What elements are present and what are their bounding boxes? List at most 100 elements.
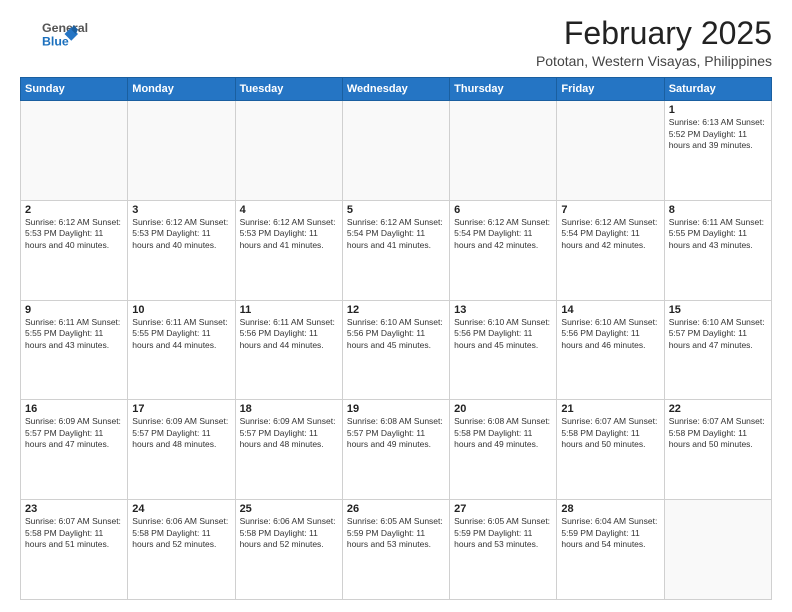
calendar-cell [450, 101, 557, 201]
calendar-cell: 17Sunrise: 6:09 AM Sunset: 5:57 PM Dayli… [128, 400, 235, 500]
calendar-cell: 23Sunrise: 6:07 AM Sunset: 5:58 PM Dayli… [21, 500, 128, 600]
logo: General Blue [20, 16, 100, 52]
calendar-cell [664, 500, 771, 600]
day-number: 7 [561, 204, 659, 216]
calendar-cell: 15Sunrise: 6:10 AM Sunset: 5:57 PM Dayli… [664, 300, 771, 400]
calendar-day-header: Sunday [21, 78, 128, 101]
day-number: 14 [561, 304, 659, 316]
calendar-cell: 3Sunrise: 6:12 AM Sunset: 5:53 PM Daylig… [128, 200, 235, 300]
calendar-cell: 19Sunrise: 6:08 AM Sunset: 5:57 PM Dayli… [342, 400, 449, 500]
calendar-cell: 11Sunrise: 6:11 AM Sunset: 5:56 PM Dayli… [235, 300, 342, 400]
day-info: Sunrise: 6:05 AM Sunset: 5:59 PM Dayligh… [454, 516, 552, 550]
day-info: Sunrise: 6:10 AM Sunset: 5:56 PM Dayligh… [347, 317, 445, 351]
location: Pototan, Western Visayas, Philippines [536, 53, 772, 69]
day-info: Sunrise: 6:09 AM Sunset: 5:57 PM Dayligh… [240, 416, 338, 450]
day-info: Sunrise: 6:08 AM Sunset: 5:57 PM Dayligh… [347, 416, 445, 450]
calendar-cell: 12Sunrise: 6:10 AM Sunset: 5:56 PM Dayli… [342, 300, 449, 400]
day-info: Sunrise: 6:12 AM Sunset: 5:54 PM Dayligh… [347, 217, 445, 251]
day-number: 16 [25, 403, 123, 415]
day-info: Sunrise: 6:05 AM Sunset: 5:59 PM Dayligh… [347, 516, 445, 550]
calendar-cell [128, 101, 235, 201]
day-info: Sunrise: 6:09 AM Sunset: 5:57 PM Dayligh… [132, 416, 230, 450]
calendar-cell: 14Sunrise: 6:10 AM Sunset: 5:56 PM Dayli… [557, 300, 664, 400]
day-info: Sunrise: 6:10 AM Sunset: 5:57 PM Dayligh… [669, 317, 767, 351]
calendar-cell: 25Sunrise: 6:06 AM Sunset: 5:58 PM Dayli… [235, 500, 342, 600]
calendar-cell [235, 101, 342, 201]
day-info: Sunrise: 6:12 AM Sunset: 5:54 PM Dayligh… [561, 217, 659, 251]
day-number: 2 [25, 204, 123, 216]
day-number: 13 [454, 304, 552, 316]
calendar-cell: 9Sunrise: 6:11 AM Sunset: 5:55 PM Daylig… [21, 300, 128, 400]
calendar-week-row: 9Sunrise: 6:11 AM Sunset: 5:55 PM Daylig… [21, 300, 772, 400]
day-number: 6 [454, 204, 552, 216]
day-number: 9 [25, 304, 123, 316]
day-number: 22 [669, 403, 767, 415]
calendar-cell: 28Sunrise: 6:04 AM Sunset: 5:59 PM Dayli… [557, 500, 664, 600]
day-number: 23 [25, 503, 123, 515]
day-number: 3 [132, 204, 230, 216]
day-info: Sunrise: 6:12 AM Sunset: 5:53 PM Dayligh… [240, 217, 338, 251]
day-number: 10 [132, 304, 230, 316]
day-info: Sunrise: 6:09 AM Sunset: 5:57 PM Dayligh… [25, 416, 123, 450]
calendar-cell: 21Sunrise: 6:07 AM Sunset: 5:58 PM Dayli… [557, 400, 664, 500]
day-number: 8 [669, 204, 767, 216]
day-number: 27 [454, 503, 552, 515]
day-info: Sunrise: 6:10 AM Sunset: 5:56 PM Dayligh… [454, 317, 552, 351]
day-info: Sunrise: 6:11 AM Sunset: 5:56 PM Dayligh… [240, 317, 338, 351]
calendar-table: SundayMondayTuesdayWednesdayThursdayFrid… [20, 77, 772, 600]
calendar-cell: 7Sunrise: 6:12 AM Sunset: 5:54 PM Daylig… [557, 200, 664, 300]
day-number: 19 [347, 403, 445, 415]
calendar-cell: 6Sunrise: 6:12 AM Sunset: 5:54 PM Daylig… [450, 200, 557, 300]
calendar-week-row: 16Sunrise: 6:09 AM Sunset: 5:57 PM Dayli… [21, 400, 772, 500]
day-info: Sunrise: 6:11 AM Sunset: 5:55 PM Dayligh… [132, 317, 230, 351]
calendar-cell: 10Sunrise: 6:11 AM Sunset: 5:55 PM Dayli… [128, 300, 235, 400]
calendar-cell: 2Sunrise: 6:12 AM Sunset: 5:53 PM Daylig… [21, 200, 128, 300]
calendar-day-header: Saturday [664, 78, 771, 101]
calendar-cell: 16Sunrise: 6:09 AM Sunset: 5:57 PM Dayli… [21, 400, 128, 500]
title-block: February 2025 Pototan, Western Visayas, … [536, 16, 772, 69]
svg-text:Blue: Blue [42, 34, 69, 48]
calendar-cell: 13Sunrise: 6:10 AM Sunset: 5:56 PM Dayli… [450, 300, 557, 400]
day-info: Sunrise: 6:12 AM Sunset: 5:53 PM Dayligh… [25, 217, 123, 251]
day-number: 26 [347, 503, 445, 515]
calendar-day-header: Wednesday [342, 78, 449, 101]
calendar-header-row: SundayMondayTuesdayWednesdayThursdayFrid… [21, 78, 772, 101]
calendar-cell: 8Sunrise: 6:11 AM Sunset: 5:55 PM Daylig… [664, 200, 771, 300]
day-info: Sunrise: 6:12 AM Sunset: 5:53 PM Dayligh… [132, 217, 230, 251]
day-info: Sunrise: 6:12 AM Sunset: 5:54 PM Dayligh… [454, 217, 552, 251]
calendar-cell [557, 101, 664, 201]
day-number: 17 [132, 403, 230, 415]
month-year: February 2025 [536, 16, 772, 51]
day-info: Sunrise: 6:10 AM Sunset: 5:56 PM Dayligh… [561, 317, 659, 351]
day-info: Sunrise: 6:07 AM Sunset: 5:58 PM Dayligh… [25, 516, 123, 550]
calendar-cell: 5Sunrise: 6:12 AM Sunset: 5:54 PM Daylig… [342, 200, 449, 300]
day-info: Sunrise: 6:13 AM Sunset: 5:52 PM Dayligh… [669, 117, 767, 151]
day-number: 11 [240, 304, 338, 316]
day-number: 4 [240, 204, 338, 216]
calendar-week-row: 23Sunrise: 6:07 AM Sunset: 5:58 PM Dayli… [21, 500, 772, 600]
day-info: Sunrise: 6:06 AM Sunset: 5:58 PM Dayligh… [132, 516, 230, 550]
calendar-cell: 4Sunrise: 6:12 AM Sunset: 5:53 PM Daylig… [235, 200, 342, 300]
day-number: 28 [561, 503, 659, 515]
header: General Blue February 2025 Pototan, West… [20, 16, 772, 69]
day-info: Sunrise: 6:04 AM Sunset: 5:59 PM Dayligh… [561, 516, 659, 550]
calendar-cell [21, 101, 128, 201]
calendar-cell: 24Sunrise: 6:06 AM Sunset: 5:58 PM Dayli… [128, 500, 235, 600]
calendar-day-header: Tuesday [235, 78, 342, 101]
day-info: Sunrise: 6:07 AM Sunset: 5:58 PM Dayligh… [561, 416, 659, 450]
calendar-day-header: Thursday [450, 78, 557, 101]
day-number: 5 [347, 204, 445, 216]
calendar-cell: 20Sunrise: 6:08 AM Sunset: 5:58 PM Dayli… [450, 400, 557, 500]
day-info: Sunrise: 6:11 AM Sunset: 5:55 PM Dayligh… [25, 317, 123, 351]
day-info: Sunrise: 6:11 AM Sunset: 5:55 PM Dayligh… [669, 217, 767, 251]
day-info: Sunrise: 6:06 AM Sunset: 5:58 PM Dayligh… [240, 516, 338, 550]
day-number: 20 [454, 403, 552, 415]
calendar-cell: 22Sunrise: 6:07 AM Sunset: 5:58 PM Dayli… [664, 400, 771, 500]
calendar-cell [342, 101, 449, 201]
calendar-week-row: 2Sunrise: 6:12 AM Sunset: 5:53 PM Daylig… [21, 200, 772, 300]
calendar-day-header: Friday [557, 78, 664, 101]
day-number: 21 [561, 403, 659, 415]
logo-icon: General Blue [20, 16, 100, 52]
day-info: Sunrise: 6:07 AM Sunset: 5:58 PM Dayligh… [669, 416, 767, 450]
day-info: Sunrise: 6:08 AM Sunset: 5:58 PM Dayligh… [454, 416, 552, 450]
